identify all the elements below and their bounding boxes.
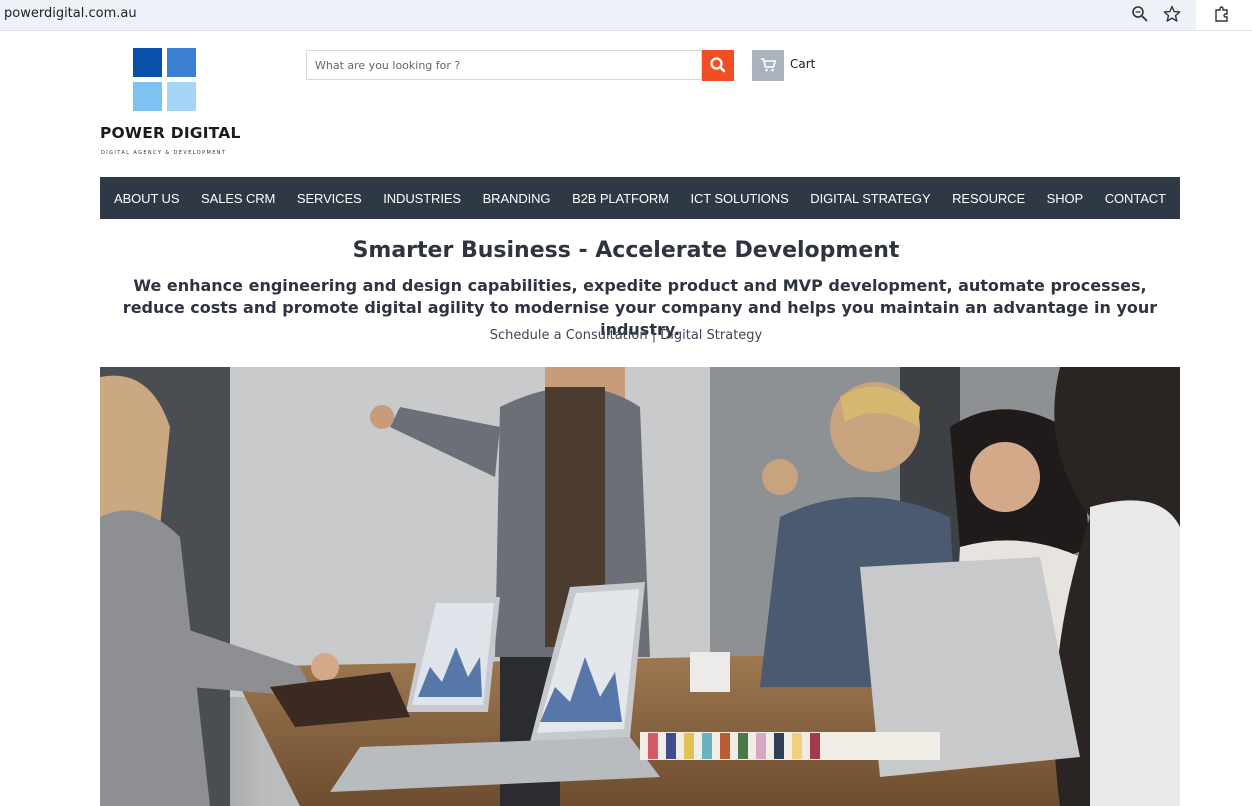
site-logo[interactable]: POWER DIGITAL DIGITAL AGENCY & DEVELOPME…: [100, 46, 240, 161]
cart-icon: [761, 58, 777, 72]
logo-tagline: DIGITAL AGENCY & DEVELOPMENT: [101, 150, 227, 156]
bookmark-star-icon[interactable]: [1163, 5, 1183, 25]
search-box: [306, 50, 703, 80]
main-nav: ABOUT US SALES CRM SERVICES INDUSTRIES B…: [100, 177, 1180, 219]
nav-item-contact[interactable]: CONTACT: [1105, 191, 1166, 206]
nav-item-shop[interactable]: SHOP: [1047, 191, 1084, 206]
extensions-area: [1196, 0, 1252, 30]
zoom-icon[interactable]: [1131, 5, 1151, 25]
logo-square-1: [133, 48, 162, 77]
nav-item-ict-solutions[interactable]: ICT SOLUTIONS: [691, 191, 789, 206]
meeting-photo-illustration: [100, 367, 1180, 806]
nav-item-services[interactable]: SERVICES: [297, 191, 362, 206]
link-separator: |: [651, 328, 657, 343]
search-icon: [710, 57, 726, 73]
hero-title: Smarter Business - Accelerate Developmen…: [352, 238, 900, 263]
nav-item-sales-crm[interactable]: SALES CRM: [201, 191, 275, 206]
extensions-icon[interactable]: [1213, 5, 1233, 25]
logo-name: POWER DIGITAL: [100, 124, 241, 142]
hero-links: Schedule a Consultation | Digital Strate…: [0, 328, 1252, 343]
nav-item-resource[interactable]: RESOURCE: [952, 191, 1025, 206]
address-bar[interactable]: powerdigital.com.au: [0, 0, 1196, 30]
logo-square-2: [167, 48, 196, 77]
search-input[interactable]: [307, 51, 703, 79]
schedule-consultation-link[interactable]: Schedule a Consultation: [490, 328, 648, 343]
nav-item-branding[interactable]: BRANDING: [483, 191, 551, 206]
cart-label[interactable]: Cart: [790, 57, 815, 71]
logo-square-4: [167, 82, 196, 111]
nav-item-digital-strategy[interactable]: DIGITAL STRATEGY: [810, 191, 930, 206]
digital-strategy-link[interactable]: Digital Strategy: [660, 328, 762, 343]
nav-item-b2b-platform[interactable]: B2B PLATFORM: [572, 191, 669, 206]
logo-square-3: [133, 82, 162, 111]
hero-photo: [100, 367, 1180, 806]
browser-toolbar: powerdigital.com.au: [0, 0, 1252, 31]
cart-button[interactable]: [752, 50, 784, 81]
address-url[interactable]: powerdigital.com.au: [4, 6, 137, 21]
search-button[interactable]: [702, 50, 734, 81]
nav-item-about-us[interactable]: ABOUT US: [114, 191, 180, 206]
nav-item-industries[interactable]: INDUSTRIES: [383, 191, 461, 206]
